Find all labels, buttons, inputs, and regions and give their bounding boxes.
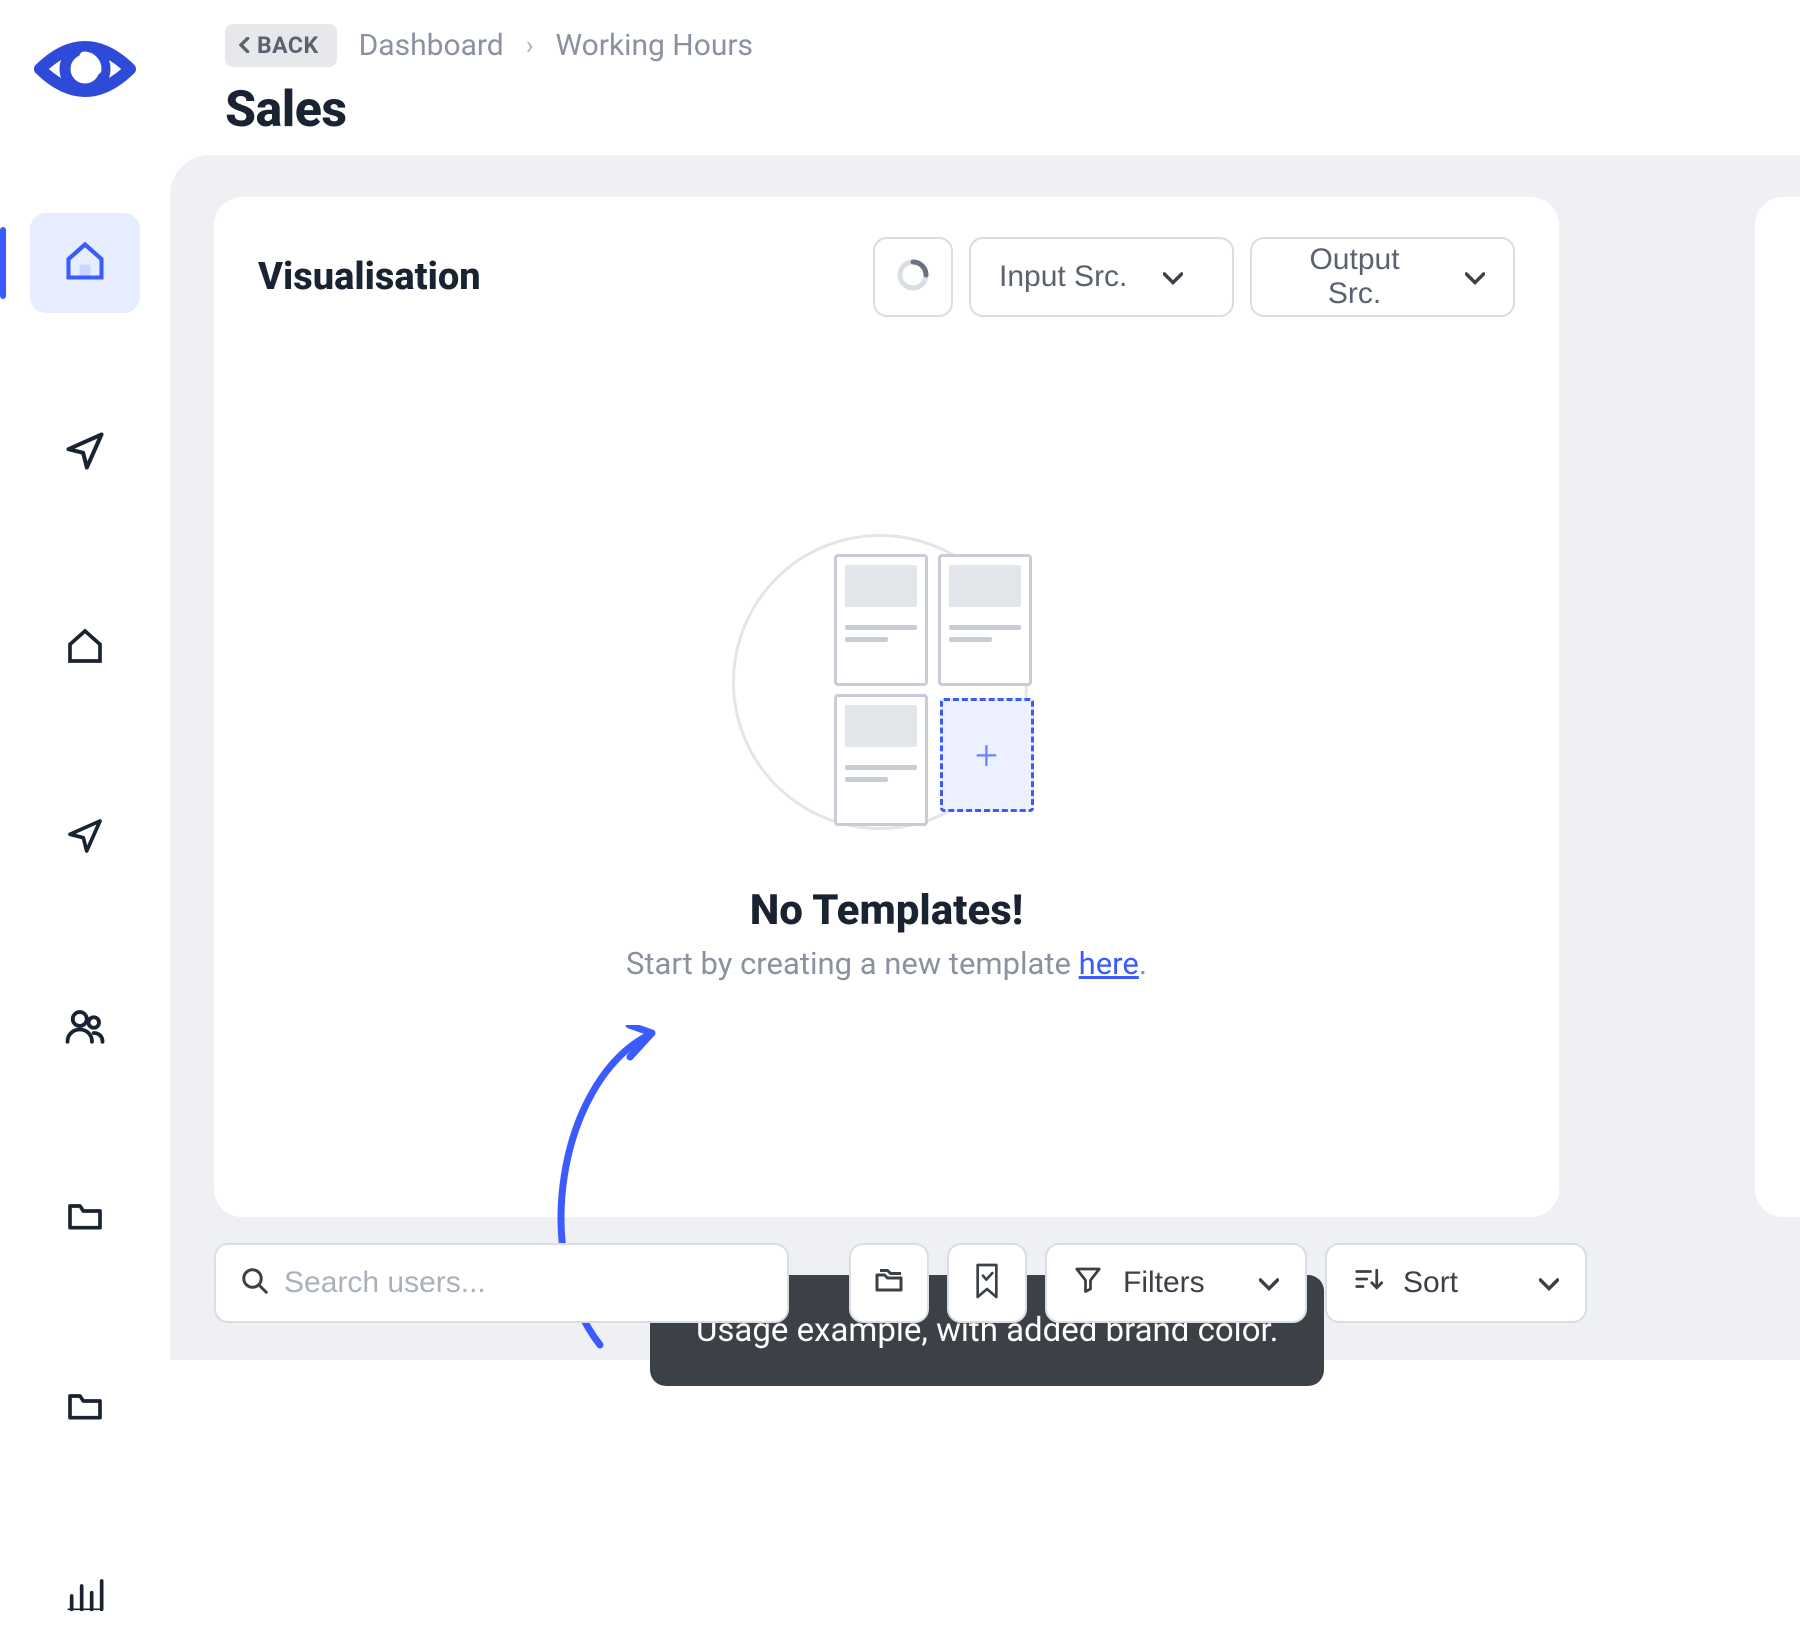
input-source-dropdown[interactable]: Input Src. bbox=[969, 237, 1234, 317]
chevron-down-icon bbox=[1163, 260, 1183, 294]
sort-icon bbox=[1353, 1264, 1383, 1302]
sort-dropdown[interactable]: Sort bbox=[1325, 1243, 1587, 1323]
bookmark-action-button[interactable] bbox=[947, 1243, 1027, 1323]
sidebar-item-send[interactable] bbox=[30, 403, 140, 503]
chevron-down-icon bbox=[1539, 1266, 1559, 1300]
users-icon bbox=[64, 1005, 106, 1051]
page-title: Sales bbox=[225, 81, 1800, 139]
send-alt-icon bbox=[65, 816, 105, 860]
output-source-label: Output Src. bbox=[1280, 243, 1429, 311]
users-toolbar: Filters Sort bbox=[214, 1243, 1587, 1323]
page-header: BACK Dashboard › Working Hours Sales bbox=[225, 24, 1800, 139]
folder-stack-icon bbox=[871, 1263, 907, 1303]
search-users-input[interactable] bbox=[284, 1266, 763, 1300]
folder-icon bbox=[65, 1386, 105, 1430]
home-outline-icon bbox=[65, 626, 105, 670]
app-logo bbox=[28, 30, 143, 108]
breadcrumb-separator: › bbox=[526, 31, 534, 61]
empty-state: + No Templates! Start by creating a new … bbox=[258, 532, 1515, 982]
sidebar-item-folder-2[interactable] bbox=[30, 1358, 140, 1458]
back-button[interactable]: BACK bbox=[225, 24, 337, 67]
visualisation-title: Visualisation bbox=[258, 255, 481, 299]
workspace: Visualisation Input Src. bbox=[170, 155, 1800, 1360]
search-users-box[interactable] bbox=[214, 1243, 789, 1323]
refresh-button[interactable] bbox=[873, 237, 953, 317]
breadcrumb-item-working-hours[interactable]: Working Hours bbox=[556, 28, 754, 63]
empty-state-subtitle: Start by creating a new template here. bbox=[626, 945, 1147, 982]
filter-icon bbox=[1073, 1264, 1103, 1302]
sidebar-item-bar-chart[interactable] bbox=[30, 1548, 140, 1648]
chevron-down-icon bbox=[1465, 260, 1485, 294]
home-icon bbox=[63, 239, 107, 287]
sidebar-item-send-alt[interactable] bbox=[30, 788, 140, 888]
filters-dropdown[interactable]: Filters bbox=[1045, 1243, 1307, 1323]
sidebar-item-users[interactable] bbox=[30, 978, 140, 1078]
empty-state-link[interactable]: here bbox=[1079, 945, 1139, 982]
empty-state-title: No Templates! bbox=[750, 886, 1024, 935]
bar-chart-icon bbox=[65, 1576, 105, 1620]
visualisation-card: Visualisation Input Src. bbox=[214, 197, 1559, 1217]
bookmark-check-icon bbox=[971, 1262, 1003, 1304]
input-source-label: Input Src. bbox=[999, 260, 1127, 294]
empty-state-illustration: + bbox=[732, 532, 1042, 832]
sidebar-item-home[interactable] bbox=[30, 213, 140, 313]
add-template-placeholder[interactable]: + bbox=[940, 698, 1034, 812]
filters-label: Filters bbox=[1123, 1266, 1205, 1300]
output-source-dropdown[interactable]: Output Src. bbox=[1250, 237, 1515, 317]
send-icon bbox=[63, 429, 107, 477]
search-icon bbox=[240, 1266, 270, 1300]
pie-chart-card bbox=[1755, 197, 1800, 1217]
folder-icon bbox=[65, 1196, 105, 1240]
folder-action-button[interactable] bbox=[849, 1243, 929, 1323]
sidebar-item-home-alt[interactable] bbox=[30, 598, 140, 698]
sidebar-item-folder-1[interactable] bbox=[30, 1168, 140, 1268]
breadcrumb-item-dashboard[interactable]: Dashboard bbox=[359, 28, 504, 63]
back-label: BACK bbox=[257, 32, 319, 59]
spinner-icon bbox=[895, 257, 931, 297]
chevron-left-icon bbox=[239, 32, 251, 59]
breadcrumb: BACK Dashboard › Working Hours bbox=[225, 24, 1800, 67]
chevron-down-icon bbox=[1259, 1266, 1279, 1300]
sidebar bbox=[0, 0, 170, 1360]
sort-label: Sort bbox=[1403, 1266, 1458, 1300]
